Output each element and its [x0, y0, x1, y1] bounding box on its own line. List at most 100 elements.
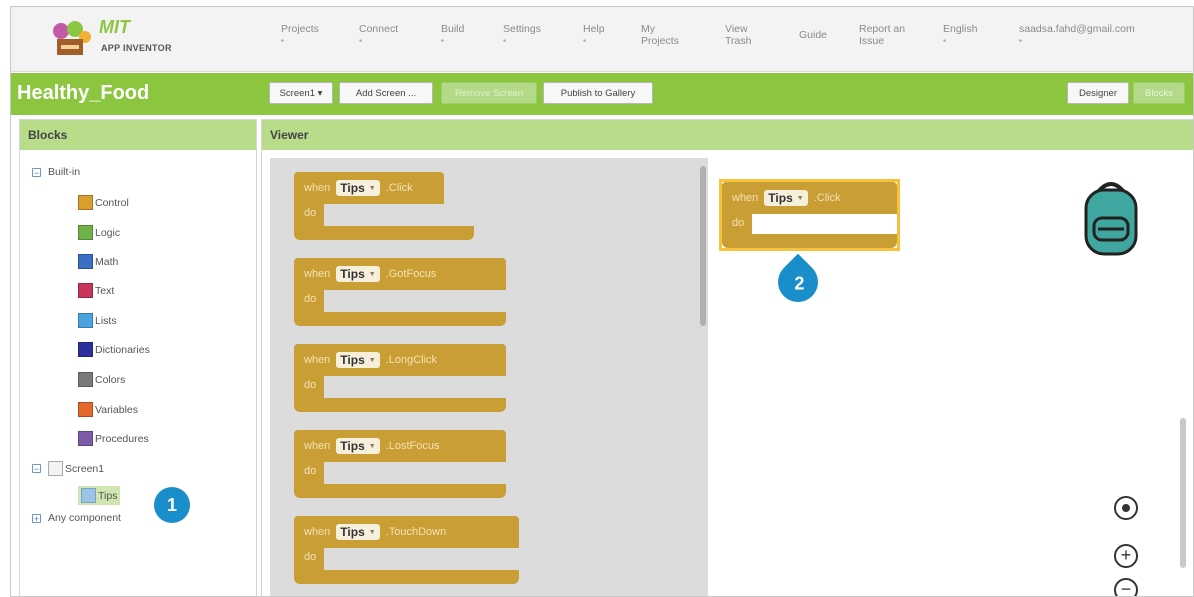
- when-label: when: [304, 182, 331, 194]
- dropdown-arrow-icon: ▼: [796, 194, 804, 202]
- drawer-label: Procedures: [95, 432, 149, 445]
- statement-slot: [324, 204, 519, 226]
- menu-label: Help: [583, 23, 605, 35]
- recenter-glyph: [1122, 504, 1130, 512]
- component-name: Tips: [340, 439, 365, 453]
- workspace-event-block-click[interactable]: when Tips ▼ .Click do: [719, 179, 900, 251]
- drawer-lists[interactable]: Lists: [78, 313, 117, 328]
- procedures-swatch-icon: [78, 431, 93, 446]
- flyout-scrollbar[interactable]: [700, 166, 706, 326]
- blocks-button[interactable]: Blocks: [1133, 82, 1185, 104]
- drawer-dictionaries[interactable]: Dictionaries: [78, 342, 150, 357]
- drawer-label: Logic: [95, 226, 121, 239]
- block-bottom: [294, 398, 506, 412]
- tree-any-component[interactable]: + Any component: [32, 512, 121, 524]
- add-screen-button[interactable]: Add Screen ...: [339, 82, 433, 104]
- component-dropdown[interactable]: Tips ▼: [336, 180, 380, 196]
- component-dropdown[interactable]: Tips ▼: [336, 438, 380, 454]
- menu-account[interactable]: saadsa.fahd@gmail.com ▪: [1019, 23, 1135, 47]
- menu-guide[interactable]: Guide: [799, 29, 827, 41]
- drawer-variables[interactable]: Variables: [78, 402, 138, 417]
- menu-projects[interactable]: Projects ▪: [281, 23, 319, 47]
- menu-help[interactable]: Help ▪: [583, 23, 605, 47]
- event-block-click[interactable]: when Tips ▼ .Click do: [294, 172, 519, 240]
- statement-slot: [324, 376, 519, 398]
- component-dropdown[interactable]: Tips ▼: [336, 524, 380, 540]
- callout-2-label: 2: [794, 273, 805, 294]
- publish-to-gallery-button[interactable]: Publish to Gallery: [543, 82, 653, 104]
- viewer-title: Viewer: [262, 120, 1193, 150]
- menu-view-trash[interactable]: View Trash: [725, 23, 765, 47]
- dictionaries-swatch-icon: [78, 342, 93, 357]
- drawer-text[interactable]: Text: [78, 283, 114, 298]
- event-block-lostfocus[interactable]: when Tips ▼ .LostFocus do: [294, 430, 519, 498]
- drawer-math[interactable]: Math: [78, 254, 118, 269]
- drawer-procedures[interactable]: Procedures: [78, 431, 149, 446]
- menu-connect[interactable]: Connect ▪: [359, 23, 398, 47]
- menu-my-projects[interactable]: My Projects: [641, 23, 691, 47]
- when-label: when: [304, 440, 331, 452]
- lists-swatch-icon: [78, 313, 93, 328]
- do-label: do: [294, 290, 324, 312]
- menu-settings[interactable]: Settings ▪: [503, 23, 541, 47]
- event-block-gotfocus[interactable]: when Tips ▼ .GotFocus do: [294, 258, 519, 326]
- control-swatch-icon: [78, 195, 93, 210]
- drawer-control[interactable]: Control: [78, 195, 129, 210]
- tree-component-tips[interactable]: Tips: [78, 486, 121, 505]
- viewer-panel: Viewer when Tips ▼ .Click do when Tips ▼ .GotF…: [261, 119, 1193, 596]
- tree-toggle-icon[interactable]: −: [32, 167, 41, 177]
- component-name: Tips: [340, 181, 365, 195]
- component-dropdown[interactable]: Tips ▼: [336, 352, 380, 368]
- when-label: when: [304, 526, 331, 538]
- menu-label: Projects: [281, 23, 319, 35]
- drawer-logic[interactable]: Logic: [78, 225, 120, 240]
- dropdown-arrow-icon: ▪: [281, 36, 284, 45]
- recenter-icon[interactable]: [1114, 496, 1138, 520]
- menu-build[interactable]: Build ▪: [441, 23, 464, 47]
- menu-label: Guide: [799, 29, 828, 41]
- app-inventor-window: MIT APP INVENTOR Projects ▪ Connect ▪ Buil…: [10, 6, 1194, 597]
- event-name: .LostFocus: [385, 440, 440, 452]
- dropdown-arrow-icon: ▪: [1019, 36, 1022, 45]
- menu-label: Report an Issue: [859, 23, 906, 47]
- drawer-colors[interactable]: Colors: [78, 372, 125, 387]
- tree-toggle-icon[interactable]: +: [32, 513, 41, 523]
- tree-builtin[interactable]: − Built-in: [32, 166, 80, 178]
- event-block-longclick[interactable]: when Tips ▼ .LongClick do: [294, 344, 519, 412]
- workspace-scrollbar[interactable]: [1180, 418, 1186, 568]
- component-dropdown[interactable]: Tips ▼: [764, 190, 808, 206]
- remove-screen-button[interactable]: Remove Screen: [441, 82, 537, 104]
- when-label: when: [304, 354, 331, 366]
- event-name: .LongClick: [385, 354, 438, 366]
- designer-button[interactable]: Designer: [1067, 82, 1129, 104]
- tree-any-component-label: Any component: [48, 512, 121, 524]
- dropdown-arrow-icon: ▼: [368, 356, 376, 364]
- app-inventor-logo[interactable]: MIT APP INVENTOR: [49, 17, 189, 63]
- block-bottom: [294, 226, 474, 240]
- screen-select[interactable]: Screen1 ▾: [269, 82, 333, 104]
- statement-slot: [324, 462, 519, 484]
- dropdown-arrow-icon: ▼: [368, 270, 376, 278]
- zoom-out-icon[interactable]: −: [1114, 578, 1138, 596]
- tree-toggle-icon[interactable]: −: [32, 464, 41, 474]
- drawer-label: Lists: [95, 314, 117, 327]
- do-label: do: [294, 376, 324, 398]
- menu-report-issue[interactable]: Report an Issue: [859, 23, 921, 47]
- drawer-label: Control: [95, 196, 129, 209]
- drawer-label: Text: [95, 284, 115, 297]
- component-dropdown[interactable]: Tips ▼: [336, 266, 380, 282]
- screen-icon: [48, 461, 63, 476]
- logo-icon: [53, 21, 91, 55]
- backpack-icon[interactable]: [1080, 178, 1142, 258]
- tree-screen1[interactable]: − Screen1: [32, 461, 104, 476]
- do-label: do: [722, 214, 752, 236]
- zoom-in-icon[interactable]: +: [1114, 544, 1138, 568]
- drawer-label: Colors: [95, 373, 126, 386]
- event-block-touchdown[interactable]: when Tips ▼ .TouchDown do: [294, 516, 519, 584]
- dropdown-arrow-icon: ▪: [503, 36, 506, 45]
- menu-language[interactable]: English ▪: [943, 23, 977, 47]
- event-name: .GotFocus: [385, 268, 437, 280]
- component-name: Tips: [768, 191, 793, 205]
- menu-label: View Trash: [725, 23, 752, 47]
- when-label: when: [732, 192, 759, 204]
